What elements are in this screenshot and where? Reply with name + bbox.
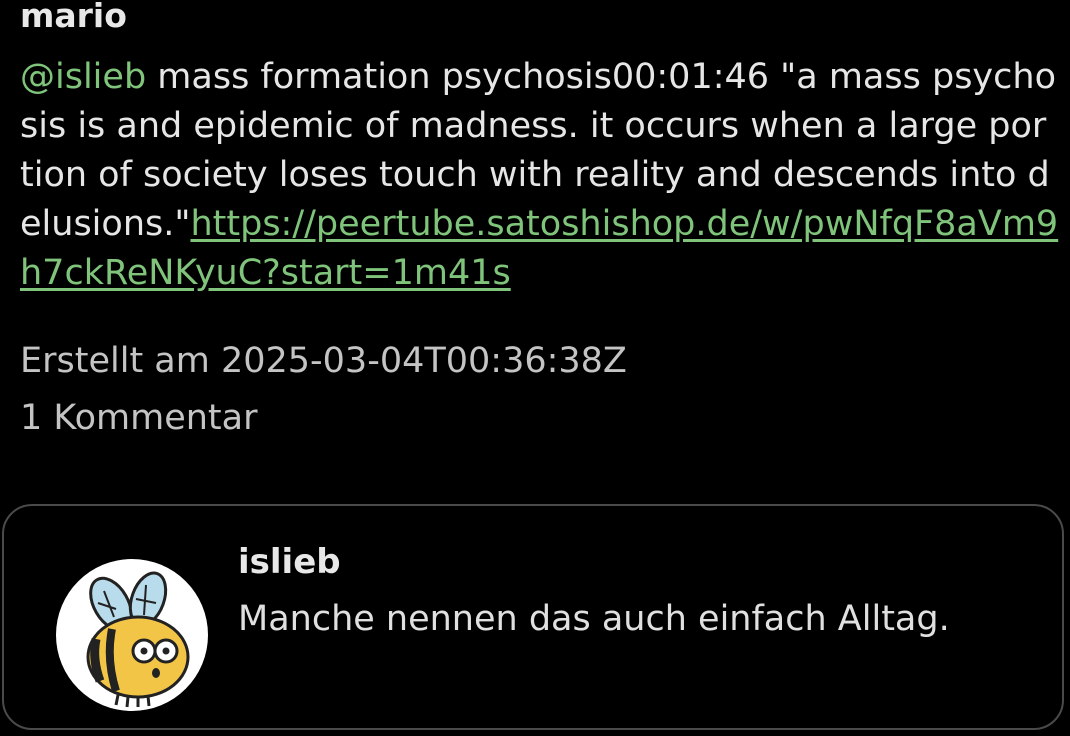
comment-author[interactable]: islieb: [238, 540, 341, 584]
bee-avatar-icon[interactable]: [56, 559, 208, 711]
post-author[interactable]: mario: [20, 0, 127, 38]
mention-link[interactable]: @islieb: [20, 57, 146, 97]
comment-text: Manche nennen das auch einfach Alltag.: [238, 599, 950, 639]
comment-card: islieb Manche nennen das auch einfach Al…: [2, 504, 1064, 730]
post-body: @islieb mass formation psychosis00:01:46…: [20, 53, 1060, 298]
created-timestamp: Erstellt am 2025-03-04T00:36:38Z: [20, 341, 627, 381]
comment-count[interactable]: 1 Kommentar: [20, 395, 257, 441]
